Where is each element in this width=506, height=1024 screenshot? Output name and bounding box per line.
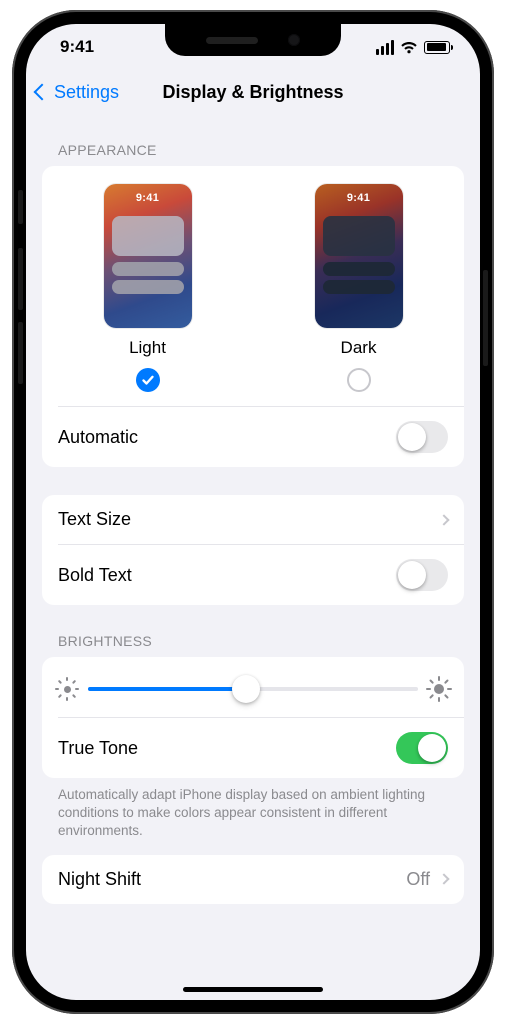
automatic-label: Automatic [58,427,138,448]
light-preview: 9:41 [104,184,192,328]
section-header-brightness: BRIGHTNESS [42,605,464,657]
text-size-row[interactable]: Text Size [42,495,464,544]
appearance-card: 9:41 Light 9:41 Dark [42,166,464,467]
check-icon [141,373,155,387]
section-header-appearance: APPEARANCE [42,114,464,166]
automatic-toggle[interactable] [396,421,448,453]
nav-bar: Settings Display & Brightness [26,70,480,114]
chevron-right-icon [438,873,449,884]
bold-text-row[interactable]: Bold Text [42,545,464,605]
appearance-option-light[interactable]: 9:41 Light [42,184,253,392]
appearance-option-dark[interactable]: 9:41 Dark [253,184,464,392]
night-shift-row[interactable]: Night Shift Off [42,855,464,904]
true-tone-label: True Tone [58,738,138,759]
chevron-left-icon [34,84,51,101]
night-shift-value: Off [406,869,430,890]
dark-preview: 9:41 [315,184,403,328]
appearance-label: Dark [341,338,377,358]
bold-text-label: Bold Text [58,565,132,586]
true-tone-footer: Automatically adapt iPhone display based… [42,778,464,855]
chevron-right-icon [438,514,449,525]
brightness-slider[interactable] [88,675,418,703]
battery-icon [424,41,450,54]
back-label: Settings [54,82,119,103]
appearance-label: Light [129,338,166,358]
text-card: Text Size Bold Text [42,495,464,605]
automatic-row[interactable]: Automatic [42,407,464,467]
home-indicator [183,987,323,992]
text-size-label: Text Size [58,509,131,530]
notch [165,24,341,56]
brightness-low-icon [58,680,76,698]
brightness-card: True Tone [42,657,464,778]
back-button[interactable]: Settings [36,82,119,103]
night-shift-card: Night Shift Off [42,855,464,904]
preview-time: 9:41 [104,192,192,204]
radio-light[interactable] [136,368,160,392]
cellular-icon [376,40,394,55]
radio-dark[interactable] [347,368,371,392]
true-tone-row[interactable]: True Tone [42,718,464,778]
wifi-icon [400,41,418,54]
night-shift-label: Night Shift [58,869,141,890]
preview-time: 9:41 [315,192,403,204]
status-time: 9:41 [60,37,94,57]
true-tone-toggle[interactable] [396,732,448,764]
bold-text-toggle[interactable] [396,559,448,591]
brightness-high-icon [430,680,448,698]
